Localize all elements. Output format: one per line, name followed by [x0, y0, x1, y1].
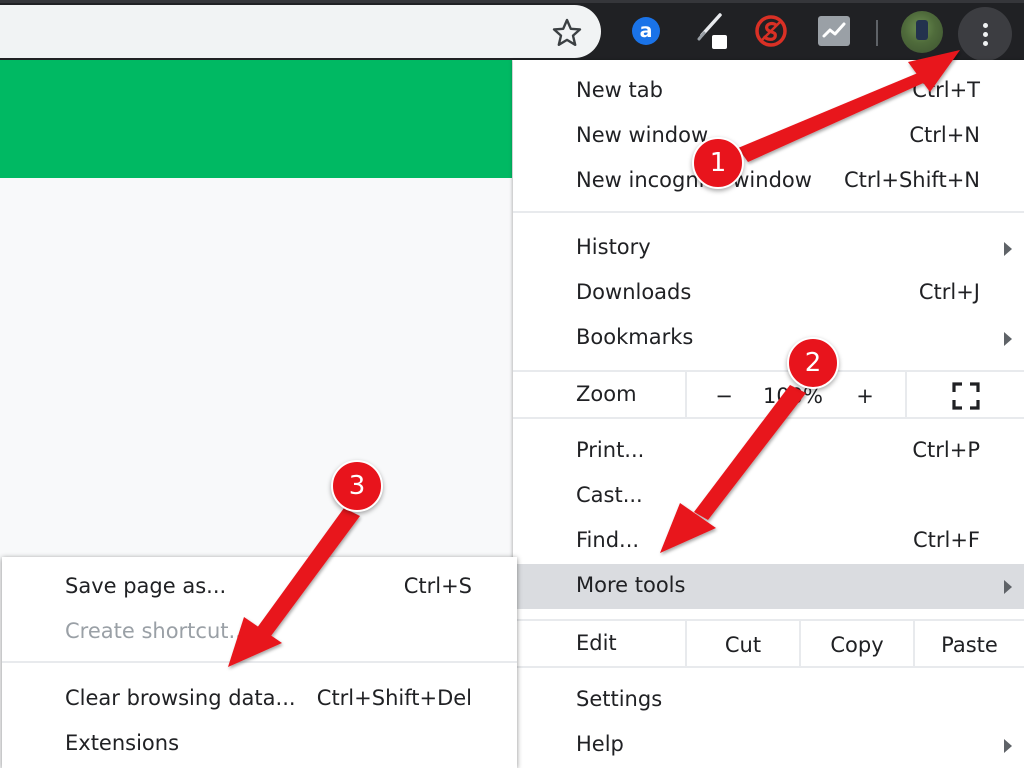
- submenu-arrow-icon: [1004, 332, 1012, 346]
- menu-item-shortcut: Ctrl+J: [918, 280, 980, 304]
- zoom-in-button[interactable]: +: [825, 372, 905, 419]
- menu-item-shortcut: Ctrl+N: [909, 123, 980, 147]
- menu-item-label: More tools: [576, 573, 686, 597]
- fullscreen-icon: [951, 381, 980, 410]
- paste-button[interactable]: Paste: [913, 621, 1024, 668]
- menu-divider: [513, 666, 1024, 668]
- a-extension-letter: a: [632, 17, 660, 45]
- chrome-main-menu: New tab Ctrl+T New window Ctrl+N New inc…: [513, 60, 1024, 768]
- menu-item-downloads[interactable]: Downloads Ctrl+J: [513, 271, 1024, 316]
- submenu-item-extensions[interactable]: Extensions: [2, 722, 517, 767]
- kebab-dot: [982, 31, 988, 37]
- menu-item-history[interactable]: History: [513, 226, 1024, 271]
- menu-item-label: Bookmarks: [576, 325, 694, 349]
- menu-item-label: History: [576, 235, 651, 259]
- avatar-figure: [916, 20, 928, 40]
- a-extension-icon[interactable]: a: [629, 14, 663, 48]
- kebab-dot: [982, 22, 988, 28]
- zoom-plus-label: +: [856, 383, 874, 408]
- submenu-item-label: Create shortcut...: [65, 619, 249, 643]
- submenu-item-label: Extensions: [65, 731, 180, 755]
- browser-toolbar: a: [0, 0, 1024, 61]
- menu-item-new-incognito-window[interactable]: New incognito window Ctrl+Shift+N: [513, 159, 1024, 204]
- menu-item-label: New tab: [576, 78, 663, 102]
- annotation-badge-1: 1: [692, 137, 744, 189]
- edit-label: Edit: [576, 631, 617, 655]
- toolbar-top-stripe: [0, 0, 1024, 3]
- s-extension-icon[interactable]: [754, 14, 788, 48]
- kebab-menu-icon[interactable]: [958, 7, 1012, 61]
- submenu-item-label: Save page as...: [65, 574, 227, 598]
- address-bar[interactable]: [0, 5, 601, 58]
- chart-extension-icon[interactable]: [817, 14, 851, 48]
- page-banner: [0, 60, 512, 178]
- submenu-item-shortcut: Ctrl+S: [403, 574, 472, 598]
- menu-item-new-window[interactable]: New window Ctrl+N: [513, 114, 1024, 159]
- annotation-badge-3: 3: [331, 460, 383, 512]
- cut-label: Cut: [724, 632, 762, 657]
- menu-item-shortcut: Ctrl+T: [912, 78, 980, 102]
- submenu-arrow-icon: [1004, 739, 1012, 753]
- fullscreen-button[interactable]: [905, 372, 1024, 419]
- menu-item-cast[interactable]: Cast...: [513, 474, 1024, 519]
- menu-divider: [513, 211, 1024, 213]
- menu-item-label: Print...: [576, 438, 645, 462]
- submenu-item-label: Clear browsing data...: [65, 686, 296, 710]
- menu-item-more-tools[interactable]: More tools: [513, 564, 1024, 609]
- submenu-item-save-page-as[interactable]: Save page as... Ctrl+S: [2, 565, 517, 610]
- menu-item-label: Find...: [576, 528, 640, 552]
- menu-item-find[interactable]: Find... Ctrl+F: [513, 519, 1024, 564]
- menu-divider: [513, 417, 1024, 419]
- submenu-item-clear-browsing-data[interactable]: Clear browsing data... Ctrl+Shift+Del: [2, 677, 517, 722]
- paste-label: Paste: [941, 632, 998, 657]
- submenu-item-shortcut: Ctrl+Shift+Del: [316, 686, 472, 710]
- cut-button[interactable]: Cut: [685, 621, 799, 668]
- zoom-out-button[interactable]: −: [685, 372, 761, 419]
- toolbar-separator: [876, 20, 878, 46]
- zoom-minus-label: −: [715, 383, 733, 408]
- avatar[interactable]: [901, 11, 943, 53]
- menu-item-label: Downloads: [576, 280, 692, 304]
- menu-item-new-tab[interactable]: New tab Ctrl+T: [513, 69, 1024, 114]
- edit-row: Edit Cut Copy Paste: [513, 621, 1024, 668]
- submenu-item-create-shortcut[interactable]: Create shortcut...: [2, 610, 517, 655]
- menu-item-label: Settings: [576, 687, 663, 711]
- menu-item-print[interactable]: Print... Ctrl+P: [513, 429, 1024, 474]
- submenu-arrow-icon: [1004, 580, 1012, 594]
- star-icon[interactable]: [551, 17, 583, 49]
- menu-item-label: New window: [576, 123, 709, 147]
- menu-item-shortcut: Ctrl+P: [912, 438, 980, 462]
- zoom-row: Zoom − 100% +: [513, 372, 1024, 419]
- menu-item-settings[interactable]: Settings: [513, 678, 1024, 723]
- kebab-dot: [982, 40, 988, 46]
- pen-extension-icon[interactable]: [696, 13, 730, 49]
- menu-item-help[interactable]: Help: [513, 723, 1024, 768]
- zoom-label: Zoom: [576, 382, 637, 406]
- menu-item-bookmarks[interactable]: Bookmarks: [513, 316, 1024, 361]
- menu-item-label: Help: [576, 732, 624, 756]
- menu-item-shortcut: Ctrl+F: [912, 528, 980, 552]
- copy-label: Copy: [830, 632, 884, 657]
- submenu-arrow-icon: [1004, 242, 1012, 256]
- more-tools-submenu: Save page as... Ctrl+S Create shortcut..…: [2, 557, 517, 768]
- menu-item-label: Cast...: [576, 483, 643, 507]
- menu-item-shortcut: Ctrl+Shift+N: [844, 168, 980, 192]
- annotation-badge-2: 2: [787, 337, 839, 389]
- submenu-divider: [2, 661, 517, 663]
- copy-button[interactable]: Copy: [799, 621, 913, 668]
